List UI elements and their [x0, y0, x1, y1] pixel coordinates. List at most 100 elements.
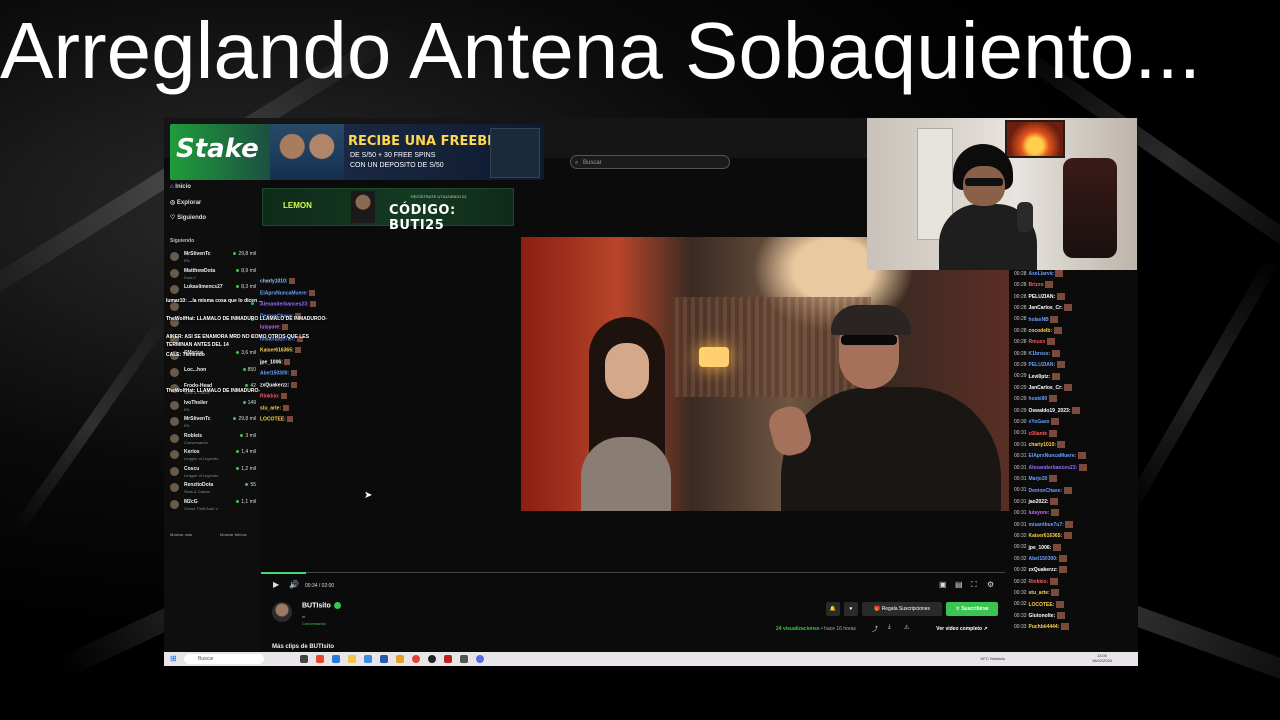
- gift-subs-button[interactable]: 🎁 Regala Suscripciones: [862, 602, 942, 616]
- show-less-link[interactable]: Mostrar Menos: [220, 532, 247, 537]
- sidebar-following-item[interactable]: Kerios League of Legends 1,4 mil: [170, 448, 256, 464]
- clock[interactable]: 13:00 18/02/2024: [1092, 653, 1112, 663]
- store-icon[interactable]: [364, 655, 372, 663]
- follow-heart-button[interactable]: ♥: [844, 602, 858, 616]
- channel-name[interactable]: BUTIsito: [302, 602, 341, 609]
- volume-icon[interactable]: 🔊: [289, 580, 299, 589]
- sidebar-item-explorar[interactable]: ◎ Explorar: [170, 199, 201, 206]
- obs-icon[interactable]: [428, 655, 436, 663]
- chat-username[interactable]: JanCarlos_Cr:: [1029, 385, 1063, 391]
- share-icon[interactable]: ⤴: [872, 624, 878, 633]
- chat-username[interactable]: Brizzo: [1029, 282, 1044, 288]
- chat-message: Rinkkio:: [260, 393, 288, 399]
- download-icon[interactable]: ⤓: [888, 624, 891, 631]
- show-more-link[interactable]: Mostrar más: [170, 532, 192, 537]
- settings-icon[interactable]: ⚙: [987, 580, 994, 589]
- taskbar-search[interactable]: Buscar: [184, 654, 264, 664]
- chrome-icon[interactable]: [412, 655, 420, 663]
- chat-username[interactable]: Rinkkio:: [260, 393, 280, 399]
- stake-ad-banner[interactable]: Stake RECIBE UNA FREEBET DE S/50 + 30 FR…: [170, 124, 544, 180]
- app-icon[interactable]: [444, 655, 452, 663]
- chat-username[interactable]: misantbue7u7:: [1029, 522, 1064, 528]
- chat-username[interactable]: Alexanderbances23:: [1029, 465, 1078, 471]
- sidebar-following-item[interactable]: Loc...hon 850: [170, 366, 256, 382]
- sidebar-following-item[interactable]: Robleis Conversando 3 mil: [170, 432, 256, 448]
- sidebar-following-item[interactable]: Coscu League of Legends 1,2 mil: [170, 465, 256, 481]
- sidebar-item-siguiendo[interactable]: ♡ Siguiendo: [170, 214, 206, 221]
- chat-username[interactable]: jpe_1006:: [1029, 544, 1052, 550]
- channel-category[interactable]: Conversando: [302, 621, 326, 626]
- discord-icon[interactable]: [476, 655, 484, 663]
- progress-bar[interactable]: [261, 572, 1005, 574]
- chat-username[interactable]: Abel150300:: [260, 370, 289, 376]
- sidebar-following-item[interactable]: MrStivenTc IRL 29,8 mil: [170, 415, 256, 431]
- chat-username[interactable]: Alexanderbances23:: [260, 301, 309, 307]
- folder-icon[interactable]: [348, 655, 356, 663]
- chat-message: 00:29 hoskill0: [1014, 395, 1057, 403]
- edge-icon[interactable]: [332, 655, 340, 663]
- chat-username[interactable]: JanCarlos_Cr:: [1029, 305, 1063, 311]
- search-input[interactable]: ⌕ Buscar: [570, 155, 730, 169]
- chat-username[interactable]: zxQuakerzz:: [260, 382, 289, 388]
- play-icon[interactable]: ▶: [273, 580, 279, 589]
- chat-username[interactable]: zxQuakerzz:: [1029, 567, 1058, 573]
- full-video-button[interactable]: Ver video completo ↗: [924, 622, 1000, 636]
- chat-username[interactable]: Rinkkio:: [1029, 579, 1049, 585]
- chat-username[interactable]: PELUZIAN:: [1029, 294, 1056, 300]
- chat-username[interactable]: Abel150300:: [1029, 556, 1058, 562]
- chat-username[interactable]: holasNB: [1029, 316, 1049, 322]
- chat-username[interactable]: luisyore:: [1029, 510, 1050, 516]
- chat-username[interactable]: luisyore:: [260, 324, 281, 330]
- avatar[interactable]: [272, 602, 292, 622]
- chat-username[interactable]: ElAprsNuncaMuere:: [260, 290, 308, 296]
- chat-username[interactable]: DemonChase:: [1029, 487, 1063, 493]
- app-icon[interactable]: [316, 655, 324, 663]
- sidebar-item-inicio[interactable]: ⌂ Inicio: [170, 184, 191, 190]
- chat-username[interactable]: Kaiser616365:: [260, 347, 294, 353]
- chat-username[interactable]: cocodelb:: [1029, 328, 1053, 334]
- chat-username[interactable]: stu_arte:: [1029, 590, 1050, 596]
- sidebar-following-item[interactable]: IvoTheiler IRL 149: [170, 399, 256, 415]
- sidebar-following-item[interactable]: Lukaslimencs27 8,3 mil: [170, 283, 256, 299]
- chat-username[interactable]: charly1010:: [260, 278, 288, 284]
- chat-username[interactable]: xYoGasx: [1029, 419, 1050, 425]
- chat-username[interactable]: Puchbii4444:: [1029, 624, 1060, 630]
- video-player[interactable]: [521, 237, 1009, 511]
- theater-icon[interactable]: ▤: [955, 580, 963, 589]
- chat-username[interactable]: Rmuxx: [1029, 339, 1046, 345]
- chat-username[interactable]: LOCOTEE:: [1029, 601, 1055, 607]
- fullscreen-icon[interactable]: ⛶: [971, 580, 977, 590]
- chat-username[interactable]: Oswaldo19_2023:: [1029, 408, 1071, 414]
- chat-username[interactable]: Glutonolte:: [1029, 613, 1056, 619]
- chat-username[interactable]: c0liante: [1029, 430, 1048, 436]
- chat-username[interactable]: hoskill0: [1029, 396, 1048, 402]
- chat-username[interactable]: LOCOTEE:: [260, 416, 286, 422]
- emote-icon: [1064, 304, 1073, 312]
- chat-username[interactable]: jpe_1006:: [260, 359, 283, 365]
- clip-icon[interactable]: ▣: [939, 580, 947, 589]
- chat-username[interactable]: AxeLlarvic: [1029, 271, 1054, 277]
- subscribe-button[interactable]: ☆ Suscribirse: [946, 602, 998, 616]
- weather-widget[interactable]: 15°C Nublado: [980, 656, 1005, 661]
- chat-username[interactable]: ElAprsNuncaMuere:: [1029, 453, 1077, 459]
- chat-username[interactable]: charly1010:: [1029, 442, 1057, 448]
- app-icon[interactable]: [380, 655, 388, 663]
- notification-button[interactable]: 🔔: [826, 602, 840, 616]
- app-icon[interactable]: [460, 655, 468, 663]
- sidebar-following-item[interactable]: MrStivenTc IRL 29,8 mil: [170, 250, 256, 266]
- lemon-ad-banner[interactable]: LEMON REGÍSTRATE UTILIZANDO EL CÓDIGO: B…: [262, 188, 514, 233]
- sidebar-following-item[interactable]: RenzitoDota Slots & Casino 55: [170, 481, 256, 497]
- task-view-icon[interactable]: [300, 655, 308, 663]
- chat-username[interactable]: jao2022:: [1029, 499, 1049, 505]
- chat-username[interactable]: PELUZIAN:: [1029, 362, 1056, 368]
- chat-username[interactable]: Marjo30: [1029, 476, 1048, 482]
- chat-username[interactable]: stu_arte:: [260, 405, 281, 411]
- sidebar-following-item[interactable]: M2cG Grand Theft Auto V 1,1 mil: [170, 498, 256, 514]
- app-icon[interactable]: [396, 655, 404, 663]
- chat-username[interactable]: K1bross:: [1029, 351, 1051, 357]
- chat-username[interactable]: Levi0ptz:: [1029, 373, 1051, 379]
- windows-start-icon[interactable]: ⊞: [170, 654, 177, 663]
- report-icon[interactable]: ⚠: [904, 624, 909, 631]
- sidebar-following-item[interactable]: MatthewDota Dota 2 8,9 mil: [170, 267, 256, 283]
- chat-username[interactable]: Kaiser616365:: [1029, 533, 1063, 539]
